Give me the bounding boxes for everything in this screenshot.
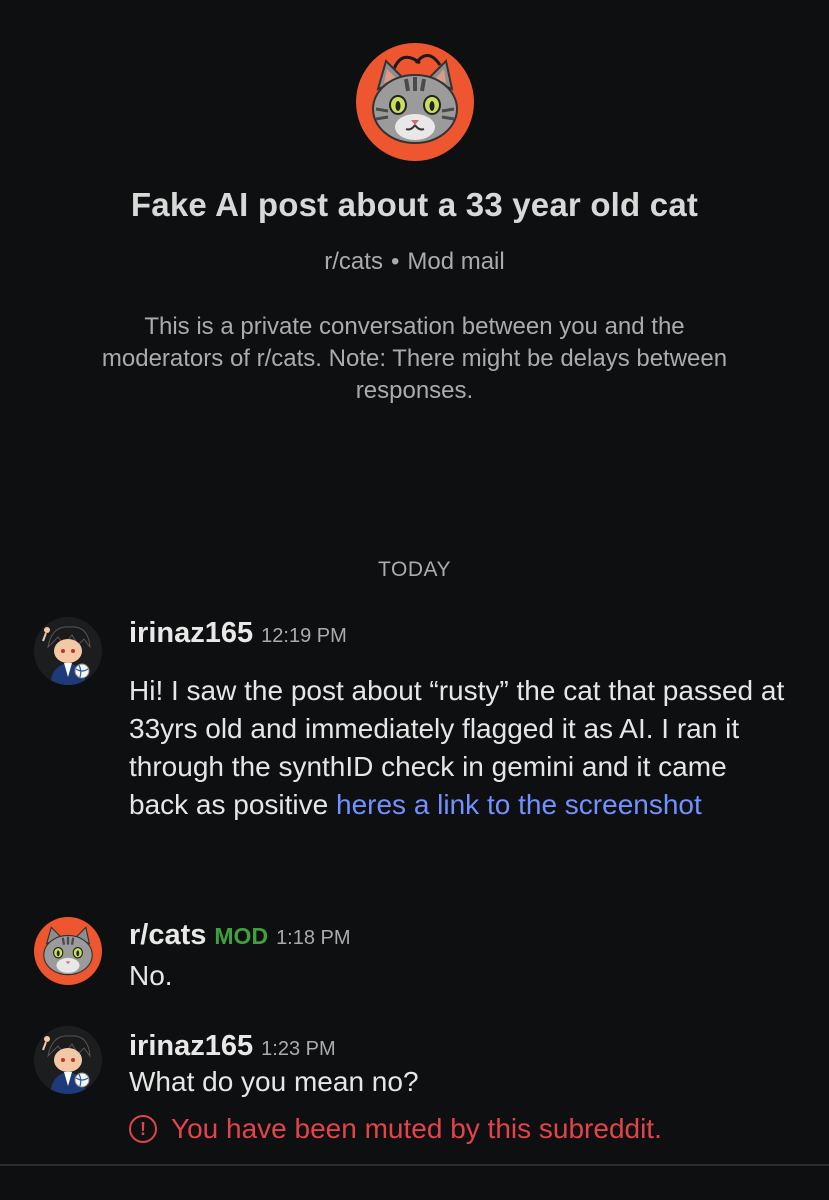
muted-status-text: You have been muted by this subreddit. — [171, 1113, 662, 1144]
cat-face-icon — [43, 926, 93, 976]
muted-status: ! You have been muted by this subreddit. — [129, 1113, 662, 1145]
message-header: irinaz165 1:23 PM — [129, 1030, 336, 1063]
user-avatar-icon — [34, 617, 102, 685]
message-time: 1:23 PM — [261, 1038, 336, 1060]
message-body: No. — [129, 960, 173, 991]
subreddit-avatar-small[interactable] — [34, 917, 102, 985]
privacy-notice: This is a private conversation between y… — [101, 313, 728, 404]
user-avatar-icon — [34, 1026, 102, 1094]
mod-badge: MOD — [214, 923, 269, 949]
screenshot-link[interactable]: heres a link to the screenshot — [336, 789, 702, 820]
conversation-meta: r/cats • Mod mail — [0, 248, 829, 276]
message-time: 1:18 PM — [276, 927, 351, 949]
meta-separator: • — [390, 248, 400, 275]
author-name[interactable]: irinaz165 — [129, 1030, 253, 1062]
subreddit-link[interactable]: r/cats — [324, 248, 383, 275]
conversation-type: Mod mail — [407, 248, 505, 275]
message-header: irinaz165 12:19 PM — [129, 617, 347, 650]
message-header: r/cats MOD 1:18 PM — [129, 919, 351, 952]
message-time: 12:19 PM — [261, 625, 347, 647]
user-avatar[interactable] — [34, 617, 102, 685]
cat-face-icon — [372, 54, 458, 144]
date-divider: TODAY — [378, 558, 451, 581]
message-body: What do you mean no? — [129, 1066, 419, 1097]
subreddit-avatar[interactable] — [356, 43, 474, 161]
author-name[interactable]: r/cats — [129, 919, 206, 951]
warning-circle-icon: ! — [129, 1115, 157, 1143]
message-body: Hi! I saw the post about “rusty” the cat… — [129, 672, 789, 824]
composer-divider — [0, 1164, 829, 1166]
author-name[interactable]: irinaz165 — [129, 617, 253, 649]
user-avatar[interactable] — [34, 1026, 102, 1094]
conversation-title: Fake AI post about a 33 year old cat — [130, 186, 699, 223]
